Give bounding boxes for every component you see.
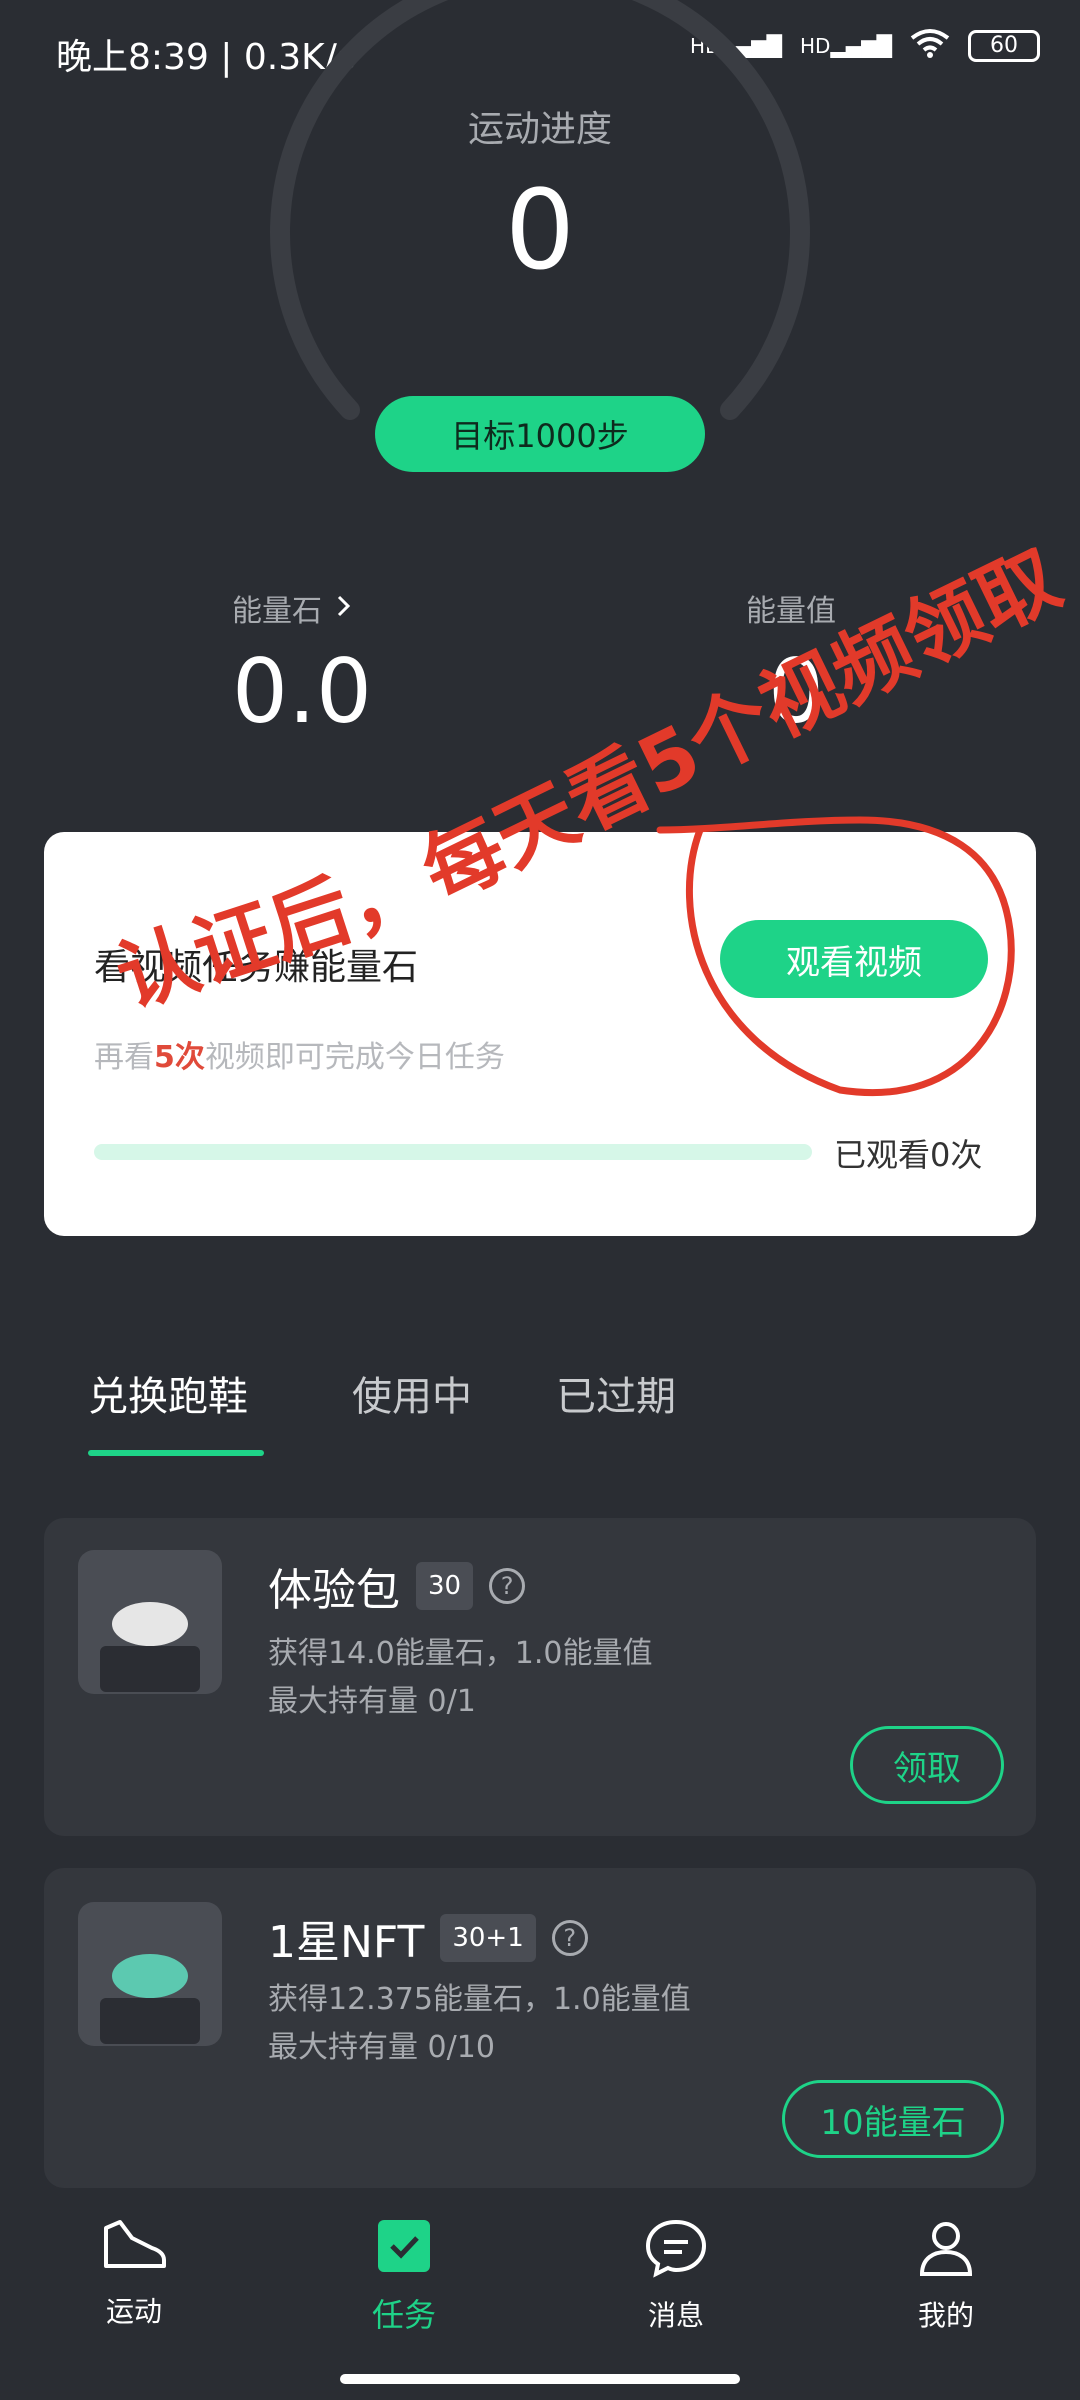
shoe-max-hold: 最大持有量 0/10 [268, 2030, 495, 2065]
nav-item-message[interactable]: 消息 [596, 2218, 756, 2334]
nav-label-sport: 运动 [105, 2295, 162, 2328]
nav-item-sport[interactable]: 运动 [54, 2218, 214, 2330]
watched-count: 已观看0次 [834, 1136, 983, 1174]
shoe-title-row: 体验包 30 ? [268, 1554, 526, 1618]
task-subtitle-prefix: 再看 [94, 1040, 154, 1075]
shoe-image [78, 1902, 222, 2046]
shoe-badge: 30+1 [440, 1914, 536, 1962]
shoe-reward: 获得14.0能量石，1.0能量值 [268, 1636, 653, 1671]
tab-in-use[interactable]: 使用中 [352, 1364, 472, 1422]
buy-with-energy-stone-button[interactable]: 10能量石 [782, 2080, 1004, 2158]
nav-label-task: 任务 [371, 2296, 436, 2334]
message-icon [644, 2218, 708, 2282]
task-check-icon [376, 2218, 432, 2278]
energy-stone-label: 能量石 [232, 594, 322, 629]
step-count: 0 [505, 166, 575, 294]
tab-active-indicator [88, 1450, 264, 1456]
shoe-badge: 30 [416, 1562, 474, 1610]
shoe-image [78, 1550, 222, 1694]
nav-item-task[interactable]: 任务 [324, 2218, 484, 2336]
wifi-icon [910, 28, 950, 63]
task-subtitle-suffix: 视频即可完成今日任务 [204, 1040, 505, 1075]
task-progress-bar [94, 1144, 812, 1160]
annotation-circle [656, 816, 1015, 1096]
shoe-title: 体验包 [268, 1565, 400, 1616]
user-icon [916, 2218, 976, 2282]
shoe-title-row: 1星NFT 30+1 ? [268, 1906, 588, 1970]
battery-icon: 60 [968, 29, 1040, 62]
claim-button[interactable]: 领取 [850, 1726, 1004, 1804]
task-subtitle: 再看5次视频即可完成今日任务 [94, 1032, 505, 1076]
nav-label-me: 我的 [917, 2299, 974, 2332]
shoe-max-hold: 最大持有量 0/1 [268, 1684, 476, 1719]
goal-button[interactable]: 目标1000步 [375, 396, 705, 472]
shoe-reward: 获得12.375能量石，1.0能量值 [268, 1982, 691, 2017]
nav-label-message: 消息 [647, 2299, 704, 2332]
nav-item-me[interactable]: 我的 [866, 2218, 1026, 2334]
shoe-title: 1星NFT [268, 1917, 425, 1968]
progress-label: 运动进度 [467, 109, 612, 150]
task-subtitle-highlight: 5次 [154, 1040, 205, 1075]
shoe-icon [98, 2218, 170, 2278]
help-icon[interactable]: ? [551, 1920, 588, 1956]
energy-stone-value: 0.0 [232, 640, 372, 743]
tab-exchange-shoes[interactable]: 兑换跑鞋 [88, 1364, 248, 1422]
energy-stone-link[interactable]: 能量石 [232, 586, 352, 630]
home-indicator[interactable] [340, 2374, 740, 2384]
tab-expired[interactable]: 已过期 [556, 1364, 676, 1422]
help-icon[interactable]: ? [489, 1568, 526, 1604]
chevron-right-icon [336, 594, 352, 622]
